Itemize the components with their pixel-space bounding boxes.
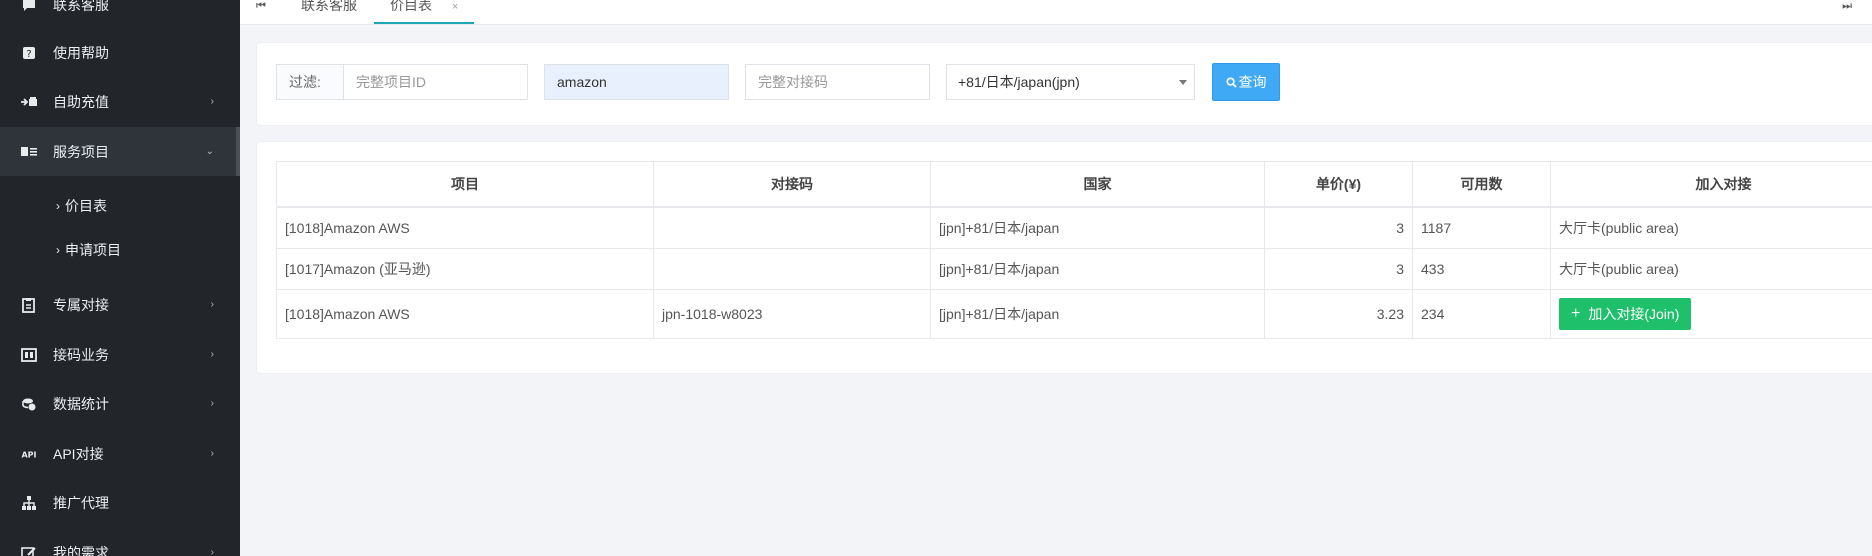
sidebar-item-label: 数据统计 — [53, 395, 109, 412]
sidebar-item-sms-code[interactable]: 接码业务 › — [0, 330, 240, 379]
chevron-down-icon: ⌄ — [205, 146, 214, 157]
chevron-right-icon: › — [210, 349, 214, 360]
cell-price: 3 — [1264, 206, 1413, 249]
clipboard-icon — [19, 295, 39, 315]
join-button-label: 加入对接(Join) — [1588, 306, 1680, 322]
cell-join: + 加入对接(Join) — [1550, 289, 1872, 339]
column-header-join[interactable]: 加入对接 — [1550, 161, 1872, 208]
cell-price: 3 — [1264, 248, 1413, 290]
chat-icon — [19, 0, 39, 15]
cell-join: 大厅卡(public area) — [1550, 206, 1872, 249]
sidebar-item-referral[interactable]: 推广代理 — [0, 478, 240, 527]
sidebar-item-label: 自助充值 — [53, 93, 109, 110]
price-table: 项目 对接码 国家 单价(¥) 可用数 加入对接 [1018]Amazon AW… — [276, 161, 1872, 339]
query-button[interactable]: 查询 — [1212, 63, 1280, 101]
join-button[interactable]: + 加入对接(Join) — [1559, 298, 1692, 330]
close-icon[interactable]: × — [452, 1, 458, 13]
column-header-available[interactable]: 可用数 — [1412, 161, 1551, 208]
sidebar-item-label: 使用帮助 — [53, 44, 109, 61]
sidebar-item-label: 专属对接 — [53, 296, 109, 313]
column-header-price[interactable]: 单价(¥) — [1264, 161, 1413, 208]
chevron-right-icon: › — [210, 547, 214, 556]
table-row: [1018]Amazon AWS [jpn]+81/日本/japan 3 118… — [276, 206, 1872, 249]
scroll-tabs-right-icon[interactable]: ⏭ — [1842, 0, 1852, 13]
search-icon — [1225, 76, 1237, 88]
dropdown-arrow-icon — [1179, 80, 1187, 85]
sidebar-subitem-label: 价目表 — [65, 198, 107, 214]
service-card-icon — [19, 142, 39, 162]
sidebar-item-label: 联系客服 — [53, 0, 109, 13]
project-id-input[interactable] — [343, 64, 528, 100]
caret-right-icon: › — [56, 243, 60, 257]
cell-code — [653, 206, 931, 249]
query-button-label: 查询 — [1238, 74, 1267, 90]
table-row: [1018]Amazon AWS jpn-1018-w8023 [jpn]+81… — [276, 289, 1872, 339]
sidebar-item-label: 接码业务 — [53, 346, 109, 363]
tab-contact[interactable]: 联系客服 — [301, 0, 357, 24]
sidebar-item-label: 服务项目 — [53, 143, 109, 160]
sidebar-item-recharge[interactable]: 自助充值 › — [0, 77, 240, 126]
cell-available: 1187 — [1412, 206, 1551, 249]
table-header-row: 项目 对接码 国家 单价(¥) 可用数 加入对接 — [276, 161, 1872, 208]
table-row: [1017]Amazon (亚马逊) [jpn]+81/日本/japan 3 4… — [276, 248, 1872, 290]
tab-label: 价目表 — [390, 0, 432, 13]
filter-label: 过滤: — [276, 64, 343, 100]
plus-icon: + — [1571, 305, 1581, 322]
column-header-country[interactable]: 国家 — [930, 161, 1265, 208]
sidebar-item-label: API对接 — [53, 445, 104, 462]
sidebar-subitem-label: 申请项目 — [65, 242, 121, 258]
sidebar: 联系客服 ? 使用帮助 自助充值 › 服务项目 ⌄ › 价目表 › 申请项目 专… — [0, 0, 240, 556]
chevron-right-icon: › — [210, 299, 214, 310]
sidebar-item-label: 推广代理 — [53, 494, 109, 511]
sidebar-item-services[interactable]: 服务项目 ⌄ — [0, 127, 240, 176]
cell-code: jpn-1018-w8023 — [653, 289, 931, 339]
caret-right-icon: › — [56, 199, 60, 213]
cell-project: [1018]Amazon AWS — [276, 206, 654, 249]
sidebar-item-dedicated[interactable]: 专属对接 › — [0, 280, 240, 329]
sidebar-item-api[interactable]: API API对接 › — [0, 429, 240, 478]
sim-icon — [19, 345, 39, 365]
cell-country: [jpn]+81/日本/japan — [930, 206, 1265, 249]
country-select-value: +81/日本/japan(jpn) — [958, 74, 1080, 90]
chevron-right-icon: › — [210, 398, 214, 409]
cell-code — [653, 248, 931, 290]
cell-available: 433 — [1412, 248, 1551, 290]
chevron-right-icon: › — [210, 96, 214, 107]
sidebar-item-contact[interactable]: 联系客服 — [0, 0, 240, 29]
code-input[interactable] — [745, 64, 930, 100]
cell-country: [jpn]+81/日本/japan — [930, 289, 1265, 339]
cell-country: [jpn]+81/日本/japan — [930, 248, 1265, 290]
sitemap-icon — [19, 493, 39, 513]
sidebar-item-my-requests[interactable]: 我的需求 › — [0, 528, 240, 556]
svg-text:API: API — [21, 450, 36, 459]
coins-icon — [19, 394, 39, 414]
edit-icon — [19, 543, 39, 556]
sidebar-subitem-price-list[interactable]: › 价目表 — [0, 184, 240, 228]
sidebar-item-label: 我的需求 — [53, 544, 109, 556]
cell-available: 234 — [1412, 289, 1551, 339]
column-header-code[interactable]: 对接码 — [653, 161, 931, 208]
sidebar-item-statistics[interactable]: 数据统计 › — [0, 379, 240, 428]
scroll-tabs-left-icon[interactable]: ⏮ — [256, 0, 266, 13]
country-select[interactable]: +81/日本/japan(jpn) — [946, 64, 1195, 100]
keyword-input[interactable] — [544, 64, 729, 100]
chevron-right-icon: › — [210, 448, 214, 459]
recharge-icon — [19, 92, 39, 112]
api-icon: API — [19, 444, 39, 464]
tab-label: 联系客服 — [301, 0, 357, 13]
sidebar-subitem-apply[interactable]: › 申请项目 — [0, 228, 240, 272]
cell-price: 3.23 — [1264, 289, 1413, 339]
column-header-project[interactable]: 项目 — [276, 161, 654, 208]
cell-project: [1017]Amazon (亚马逊) — [276, 248, 654, 290]
sidebar-item-help[interactable]: ? 使用帮助 — [0, 28, 240, 77]
cell-join: 大厅卡(public area) — [1550, 248, 1872, 290]
tab-bar: ⏮ 联系客服 价目表 × ⏭ — [240, 0, 1872, 25]
tab-price-list[interactable]: 价目表 × — [374, 0, 475, 24]
help-icon: ? — [19, 43, 39, 63]
svg-text:?: ? — [26, 49, 31, 60]
cell-project: [1018]Amazon AWS — [276, 289, 654, 339]
